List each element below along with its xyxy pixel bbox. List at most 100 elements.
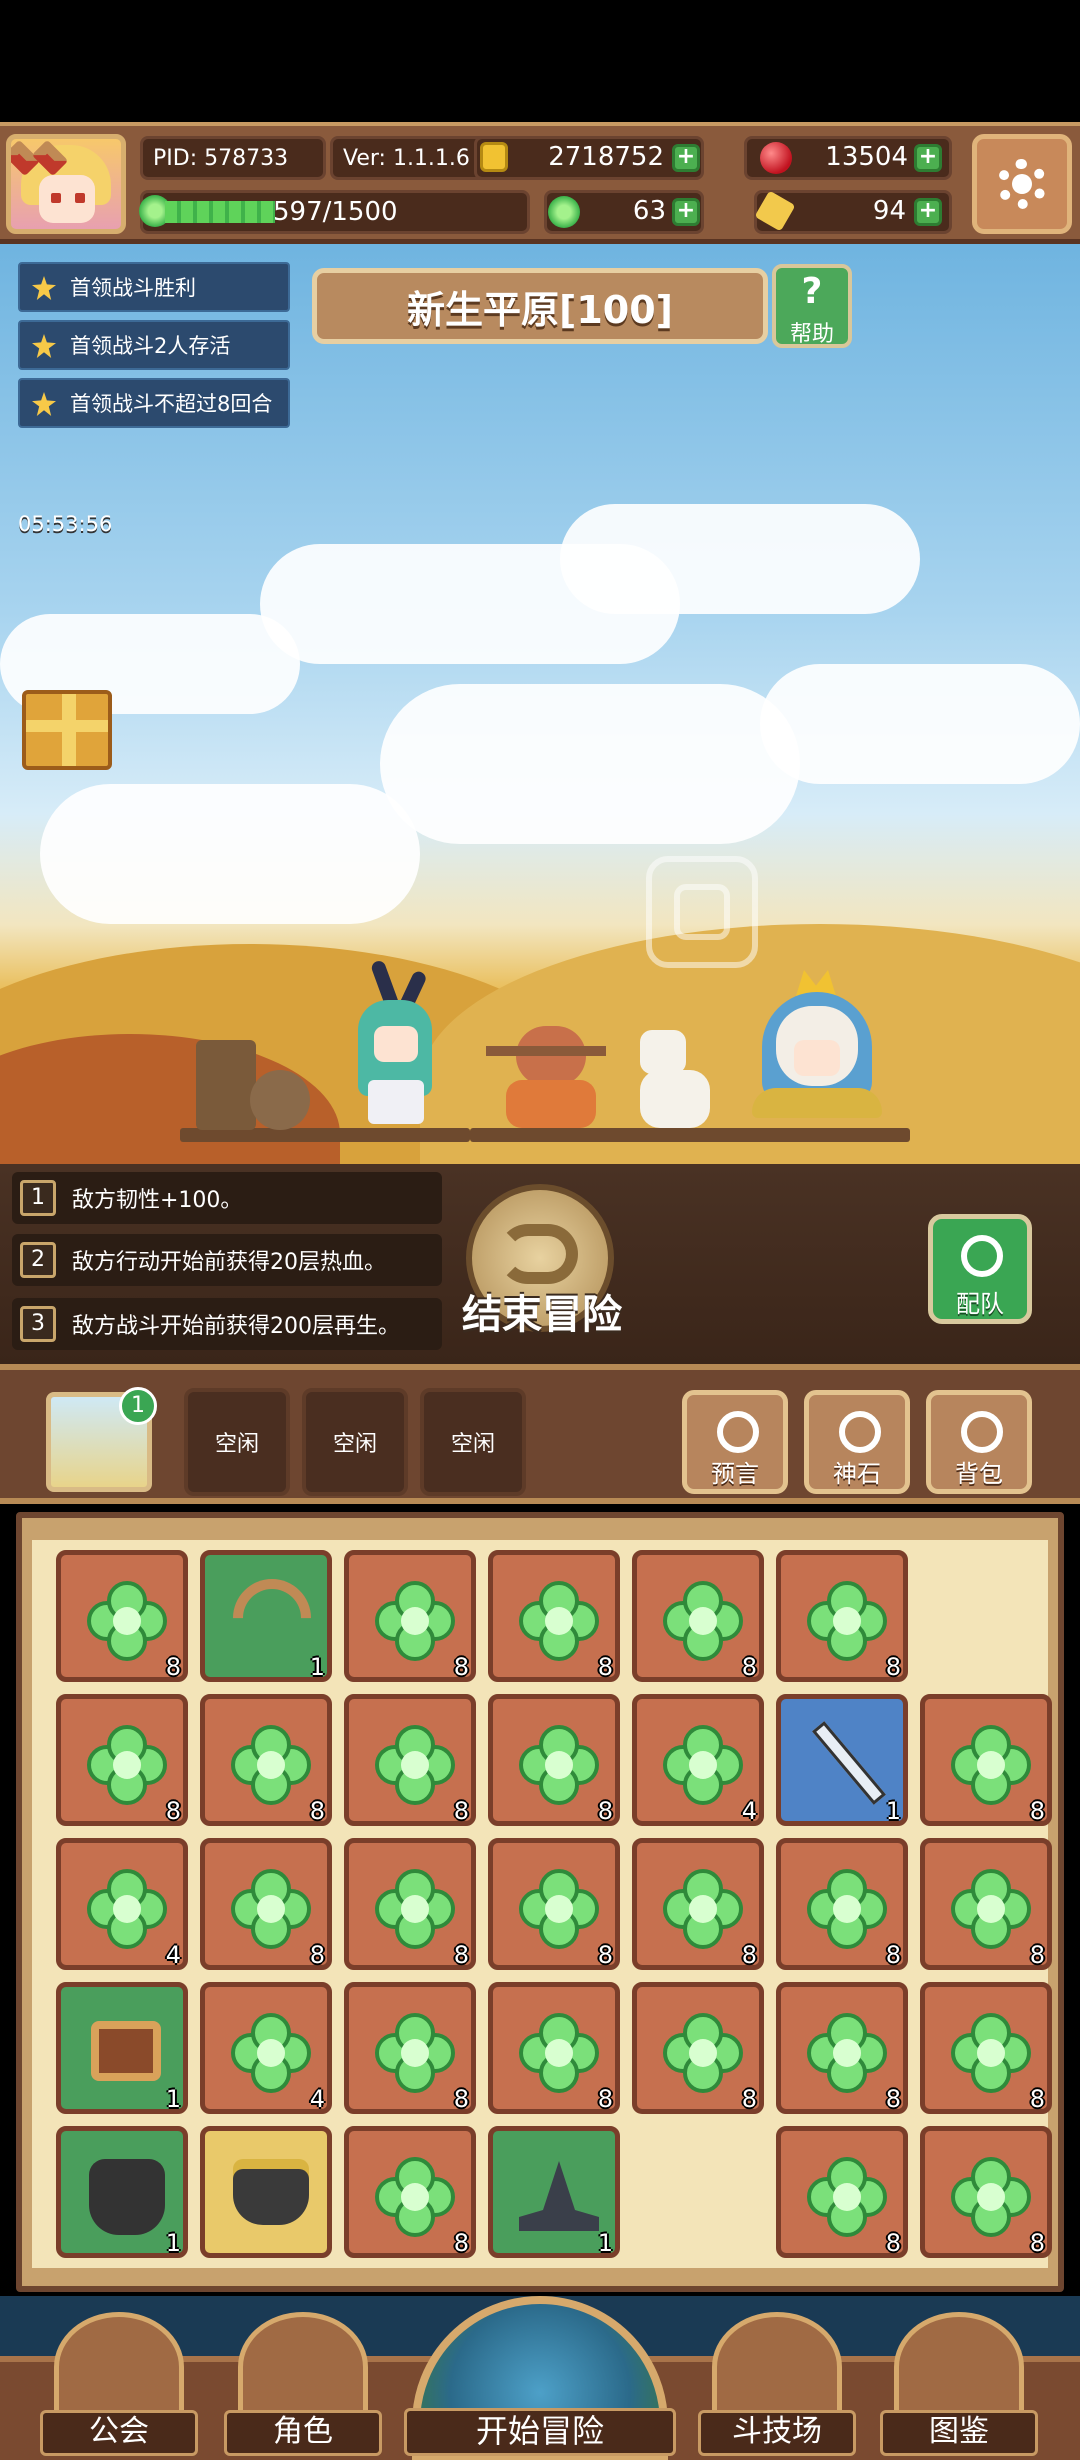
inventory-slot[interactable]: 8 — [344, 2126, 476, 2258]
idle-slot-1[interactable]: 空闲 — [184, 1388, 290, 1496]
rule-text: 敌方行动开始前获得20层热血。 — [72, 1250, 386, 1275]
inventory-slot[interactable]: 4 — [56, 1838, 188, 1970]
item-count: 8 — [165, 1797, 181, 1825]
inventory-slot[interactable]: 8 — [776, 1838, 908, 1970]
guild-house-icon — [54, 2312, 184, 2422]
inventory-slot[interactable]: 8 — [920, 1838, 1052, 1970]
team-formation-button[interactable]: 配队 — [928, 1214, 1032, 1324]
player-avatar[interactable] — [6, 134, 126, 234]
inventory-slot[interactable]: 8 — [344, 1982, 476, 2114]
clover-icon — [807, 2157, 887, 2237]
settings-button[interactable] — [972, 134, 1072, 234]
inventory-slot[interactable]: 8 — [488, 1550, 620, 1682]
inventory-slot[interactable]: 8 — [632, 1838, 764, 1970]
inventory-slot[interactable]: 8 — [920, 1694, 1052, 1826]
add-clover-icon[interactable]: + — [672, 198, 700, 226]
nav-start-adventure[interactable]: 开始冒险 — [404, 2296, 676, 2460]
backpack-label: 背包 — [955, 1460, 1003, 1488]
nav-character[interactable]: 角色 — [218, 2312, 388, 2460]
item-count: 8 — [1029, 1797, 1045, 1825]
hero-white-hair-princess[interactable] — [752, 970, 882, 1130]
inventory-slot[interactable]: 1 — [776, 1694, 908, 1826]
inventory-slot[interactable]: 8 — [488, 1694, 620, 1826]
platform-left — [180, 1128, 470, 1142]
gift-box-icon[interactable] — [22, 690, 112, 770]
inventory-slot[interactable]: 8 — [488, 1982, 620, 2114]
inventory-slot[interactable]: 8 — [344, 1550, 476, 1682]
clover-icon — [519, 1725, 599, 1805]
add-gold-icon[interactable]: + — [672, 144, 700, 172]
inventory-slot[interactable]: 4 — [200, 1982, 332, 2114]
prophecy-button[interactable]: 预言 — [682, 1390, 788, 1494]
item-count: 8 — [885, 1941, 901, 1969]
clover-icon — [375, 1869, 455, 1949]
clover-icon — [87, 1581, 167, 1661]
inventory-slot[interactable]: 8 — [776, 1982, 908, 2114]
hero-green-hair[interactable] — [344, 959, 444, 1130]
nav-start-adventure-label: 开始冒险 — [404, 2408, 676, 2456]
clover-icon — [519, 1581, 599, 1661]
inventory-slot[interactable]: 8 — [56, 1694, 188, 1826]
clover-icon — [375, 1725, 455, 1805]
rule-text: 敌方韧性+100。 — [72, 1188, 243, 1213]
energy-bar: 597/1500 — [139, 190, 530, 234]
item-count: 8 — [453, 2085, 469, 2113]
add-gem-icon[interactable]: + — [914, 144, 942, 172]
inventory-slot[interactable]: 8 — [920, 1982, 1052, 2114]
quest-item-1: 首领战斗胜利 — [18, 262, 290, 312]
item-count: 8 — [885, 2229, 901, 2257]
item-count: 1 — [309, 1653, 325, 1681]
inventory-slot[interactable]: 8 — [632, 1550, 764, 1682]
inventory-slot[interactable]: 8 — [776, 2126, 908, 2258]
inventory-slot[interactable]: 8 — [632, 1982, 764, 2114]
nav-arena[interactable]: 斗技场 — [692, 2312, 862, 2460]
hero-white-cat[interactable] — [630, 1030, 720, 1130]
clover-icon — [548, 196, 580, 228]
clover-icon — [87, 1869, 167, 1949]
end-adventure-button[interactable]: 结束冒险 — [452, 1180, 622, 1350]
backpack-button[interactable]: 背包 — [926, 1390, 1032, 1494]
inventory-slot[interactable] — [200, 2126, 332, 2258]
gift-timer: 05:53:56 — [18, 512, 113, 536]
item-count: 1 — [165, 2229, 181, 2257]
nav-guild[interactable]: 公会 — [34, 2312, 204, 2460]
inventory-slot[interactable]: 8 — [200, 1838, 332, 1970]
inventory-slot[interactable]: 8 — [344, 1694, 476, 1826]
inventory-slot-empty[interactable] — [632, 2126, 764, 2258]
adventure-slots-bar: 1 空闲 空闲 空闲 预言 神石 背包 — [0, 1364, 1080, 1504]
inventory-slot[interactable]: 8 — [776, 1550, 908, 1682]
inventory-slot[interactable]: 1 — [200, 1550, 332, 1682]
idle-slot-3[interactable]: 空闲 — [420, 1388, 526, 1496]
clover-icon — [231, 2013, 311, 2093]
nav-collection[interactable]: 图鉴 — [874, 2312, 1044, 2460]
add-key-icon[interactable]: + — [914, 198, 942, 226]
divine-stone-button[interactable]: 神石 — [804, 1390, 910, 1494]
gold-amount: 2718752 — [548, 142, 664, 172]
inventory-slot[interactable]: 8 — [488, 1838, 620, 1970]
hero-orange-monk[interactable] — [486, 1020, 606, 1130]
clover-icon — [807, 1869, 887, 1949]
inventory-slot[interactable]: 8 — [920, 2126, 1052, 2258]
item-count: 8 — [309, 1797, 325, 1825]
inventory-slot[interactable]: 1 — [488, 2126, 620, 2258]
inventory-slot[interactable]: 8 — [200, 1694, 332, 1826]
top-status-bar: PID: 578733 Ver: 1.1.1.6 2718752 + 13504… — [0, 122, 1080, 244]
idle-slot-2[interactable]: 空闲 — [302, 1388, 408, 1496]
clover-icon — [375, 1581, 455, 1661]
inventory-slot[interactable]: 1 — [56, 1982, 188, 2114]
inventory-slot[interactable]: 8 — [56, 1550, 188, 1682]
inventory-slot[interactable]: 8 — [344, 1838, 476, 1970]
inventory-slot[interactable]: 1 — [56, 2126, 188, 2258]
map-slot[interactable]: 1 — [46, 1387, 157, 1492]
inventory-slot[interactable]: 4 — [632, 1694, 764, 1826]
item-count: 8 — [1029, 2229, 1045, 2257]
book-icon — [894, 2312, 1024, 2422]
inventory-slot-empty[interactable] — [920, 1550, 1052, 1682]
item-count: 8 — [597, 1797, 613, 1825]
help-button[interactable]: ? 帮助 — [772, 264, 852, 348]
character-face-icon — [238, 2312, 368, 2422]
rule-number: 2 — [20, 1242, 56, 1278]
clover-icon — [807, 1581, 887, 1661]
star-icon — [32, 276, 56, 300]
nav-character-label: 角色 — [224, 2410, 382, 2456]
